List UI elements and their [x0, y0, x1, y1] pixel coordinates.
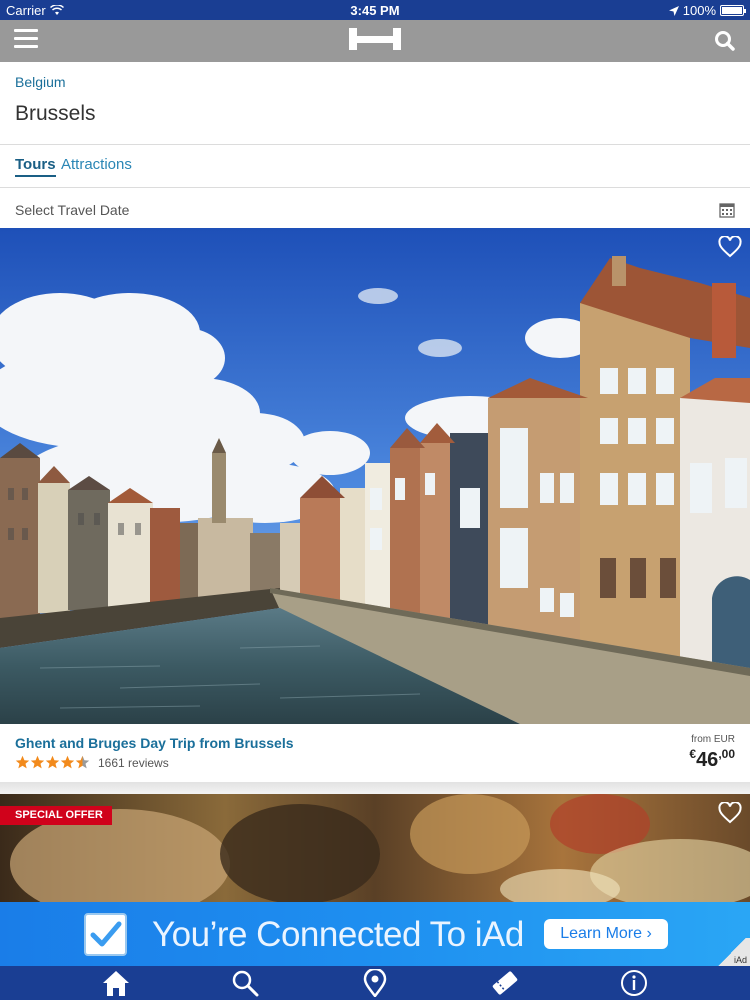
status-bar: Carrier 3:45 PM 100% — [0, 0, 750, 20]
navigation-bar — [0, 20, 750, 62]
bruges-canal-photo — [0, 228, 750, 724]
search-icon[interactable] — [712, 28, 738, 54]
tour-card-info[interactable]: Ghent and Bruges Day Trip from Brussels … — [0, 724, 750, 782]
ticket-icon[interactable] — [490, 969, 520, 997]
ad-banner[interactable]: You’re Connected To iAd Learn More › iAd — [0, 902, 750, 966]
app-screen: Carrier 3:45 PM 100% Belgium Brussels To… — [0, 0, 750, 1000]
location-pin-icon[interactable] — [360, 969, 390, 997]
battery-icon — [720, 5, 746, 16]
food-photo — [0, 794, 750, 902]
star-rating — [15, 755, 90, 770]
page-title: Brussels — [15, 102, 96, 125]
tab-tours[interactable]: Tours — [15, 156, 56, 177]
hamburger-menu-icon[interactable] — [14, 29, 38, 51]
star-icon — [30, 755, 45, 769]
learn-more-button[interactable]: Learn More › — [544, 919, 668, 949]
search-icon[interactable] — [230, 969, 260, 997]
ad-headline: You’re Connected To iAd — [152, 915, 524, 954]
price: €46,00 — [689, 747, 735, 772]
hotels-h-logo[interactable] — [349, 28, 401, 50]
battery-fill — [722, 7, 742, 14]
tour-title: Ghent and Bruges Day Trip from Brussels — [15, 735, 294, 751]
price-integer: 46 — [696, 749, 719, 771]
country-breadcrumb[interactable]: Belgium — [15, 74, 66, 90]
location-arrow-icon — [668, 5, 679, 16]
battery-percent: 100% — [682, 3, 716, 18]
tour-photo[interactable] — [0, 228, 750, 724]
info-icon[interactable] — [619, 969, 649, 997]
travel-date-picker[interactable]: Select Travel Date — [0, 188, 750, 228]
bottom-tab-bar — [0, 966, 750, 1000]
clock: 3:45 PM — [350, 3, 400, 18]
heart-icon[interactable] — [718, 802, 742, 824]
price-decimal: ,00 — [718, 747, 735, 761]
price-from-label: from EUR — [691, 734, 735, 745]
status-right-group: 100% — [668, 3, 746, 18]
ad-tag: iAd — [733, 955, 747, 965]
tour-photo[interactable] — [0, 794, 750, 902]
star-icon — [15, 755, 30, 769]
tab-attractions[interactable]: Attractions — [61, 156, 132, 175]
divider — [0, 144, 750, 145]
star-icon — [45, 755, 60, 769]
review-count: 1661 reviews — [98, 756, 169, 770]
travel-date-label: Select Travel Date — [15, 202, 130, 218]
star-icon — [75, 755, 90, 769]
heart-icon[interactable] — [718, 236, 742, 258]
checkbox-icon — [84, 913, 127, 956]
special-offer-badge: SPECIAL OFFER — [0, 806, 112, 825]
calendar-icon — [719, 203, 735, 218]
card-separator — [0, 782, 750, 794]
home-icon[interactable] — [101, 969, 131, 997]
star-icon — [60, 755, 75, 769]
